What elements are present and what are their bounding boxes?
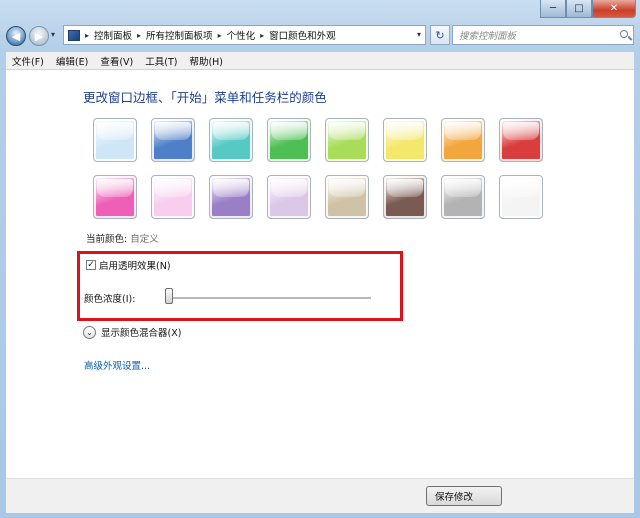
transparency-label[interactable]: 启用透明效果(N) [99,258,171,272]
maximize-button[interactable]: □ [566,0,592,18]
menu-file[interactable]: 文件(F) [6,54,50,68]
refresh-button[interactable]: ↻ [430,25,450,45]
color-swatch-sea[interactable] [209,118,253,162]
current-color-value: 自定义 [130,234,159,245]
button-bar: 保存修改 [6,478,634,513]
color-swatch-fuchsia[interactable] [93,175,137,219]
forward-button[interactable]: ▶ [29,26,49,46]
color-swatch-chocolate[interactable] [383,175,427,219]
recent-pages-dropdown-icon[interactable]: ▾ [51,30,55,39]
page-title: 更改窗口边框、「开始」菜单和任务栏的颜色 [83,90,327,105]
transparency-checkbox[interactable]: ✓ [86,260,96,270]
address-dropdown-icon[interactable]: ▾ [417,30,421,39]
breadcrumb-chevron-icon[interactable]: ▸ [218,31,222,40]
search-icon[interactable] [620,30,628,38]
color-swatch-violet[interactable] [209,175,253,219]
search-placeholder: 搜索控制面板 [459,31,517,42]
breadcrumb-control-panel[interactable]: 控制面板 [94,28,132,42]
color-swatch-frost[interactable] [499,175,543,219]
advanced-appearance-link[interactable]: 高级外观设置... [84,358,150,372]
color-intensity-label: 颜色浓度(I): [84,294,136,305]
transparency-option[interactable]: ✓ 启用透明效果(N) [86,258,171,272]
menu-edit[interactable]: 编辑(E) [50,54,94,68]
color-swatch-taupe[interactable] [325,175,369,219]
control-panel-icon [68,29,80,41]
color-swatch-pumpkin[interactable] [441,118,485,162]
color-mixer-label[interactable]: 显示颜色混合器(X) [101,325,181,339]
slider-thumb[interactable] [165,288,173,304]
save-changes-button[interactable]: 保存修改 [426,486,502,506]
breadcrumb-chevron-icon[interactable]: ▸ [260,31,264,40]
current-color: 当前颜色: 自定义 [86,231,159,245]
search-input[interactable]: 搜索控制面板 [452,25,634,45]
color-swatch-ruby[interactable] [499,118,543,162]
menu-view[interactable]: 查看(V) [94,54,139,68]
address-bar[interactable]: ▸ 控制面板 ▸ 所有控制面板项 ▸ 个性化 ▸ 窗口颜色和外观 ▾ [63,25,426,45]
window: ─ □ ✕ ◀ ▶ ▾ ▸ 控制面板 ▸ 所有控制面板项 ▸ 个性化 ▸ 窗口颜… [0,0,640,518]
breadcrumb-all-items[interactable]: 所有控制面板项 [146,28,213,42]
color-swatch-lime[interactable] [325,118,369,162]
color-swatch-lemon[interactable] [383,118,427,162]
navigation-bar: ◀ ▶ ▾ ▸ 控制面板 ▸ 所有控制面板项 ▸ 个性化 ▸ 窗口颜色和外观 ▾… [6,24,634,48]
menu-tools[interactable]: 工具(T) [139,54,183,68]
breadcrumb-chevron-icon[interactable]: ▸ [85,31,89,40]
back-button[interactable]: ◀ [6,26,26,46]
breadcrumb-window-color[interactable]: 窗口颜色和外观 [269,28,336,42]
breadcrumb-personalization[interactable]: 个性化 [227,28,256,42]
color-swatch-leaf[interactable] [267,118,311,162]
color-swatch-blush[interactable] [151,175,195,219]
menu-bar: 文件(F) 编辑(E) 查看(V) 工具(T) 帮助(H) [6,52,634,70]
color-mixer-toggle[interactable]: ⌄ 显示颜色混合器(X) [83,325,181,339]
current-color-label: 当前颜色: [86,234,128,245]
caption-buttons: ─ □ ✕ [540,0,636,18]
content-pane: 更改窗口边框、「开始」菜单和任务栏的颜色 当前颜色: 自定义 ✓ 启用透明效果(… [6,70,634,478]
color-swatch-lavender[interactable] [267,175,311,219]
color-swatch-twilight[interactable] [151,118,195,162]
color-swatch-slate[interactable] [441,175,485,219]
close-button[interactable]: ✕ [592,0,636,18]
breadcrumb-chevron-icon[interactable]: ▸ [137,31,141,40]
minimize-button[interactable]: ─ [540,0,566,18]
color-intensity-slider[interactable] [167,297,371,300]
color-swatch-sky[interactable] [93,118,137,162]
chevron-down-icon[interactable]: ⌄ [83,325,96,339]
menu-help[interactable]: 帮助(H) [183,54,229,68]
